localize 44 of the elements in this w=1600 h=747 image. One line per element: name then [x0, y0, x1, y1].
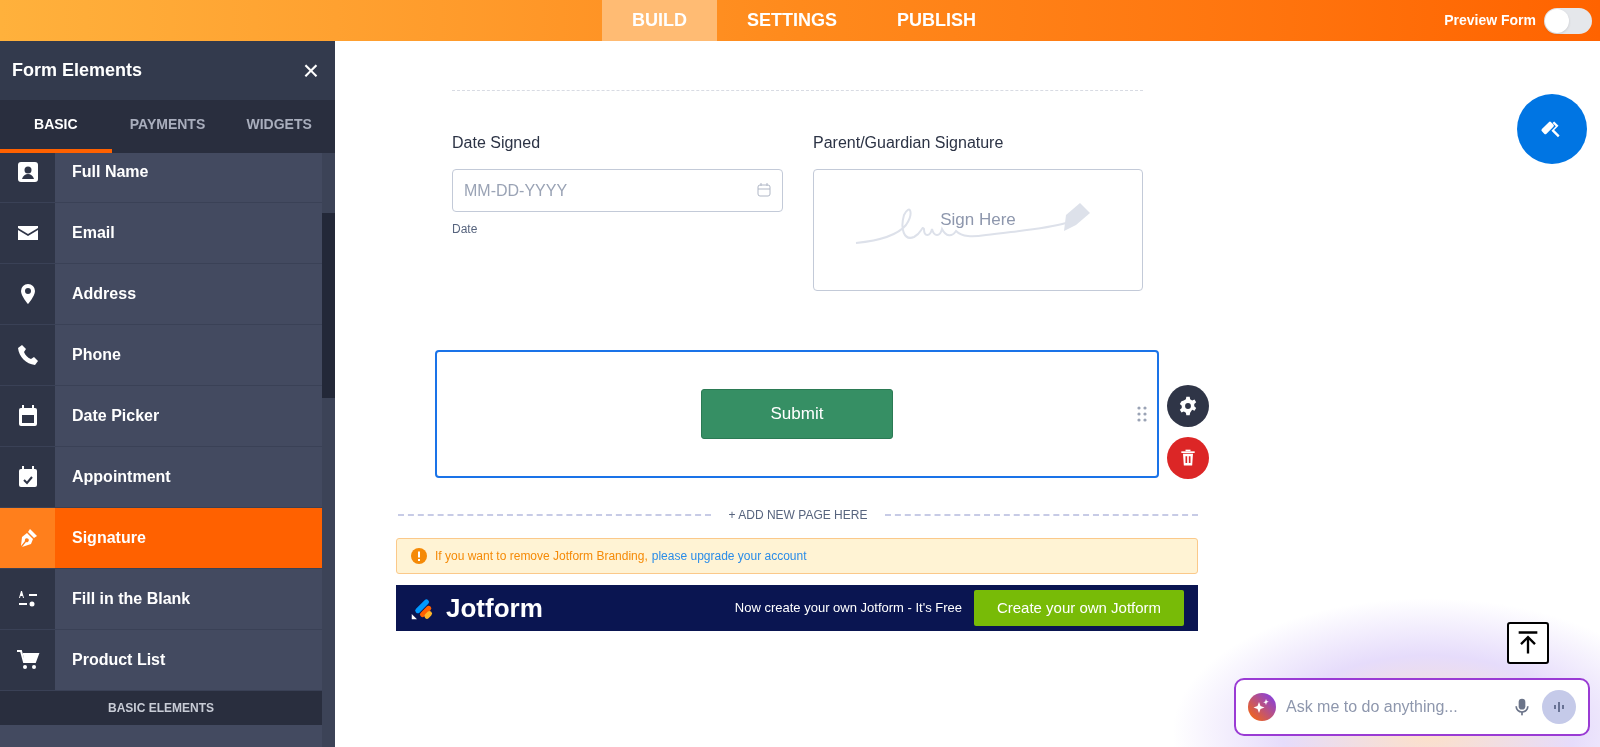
preview-toggle[interactable] [1544, 7, 1592, 34]
section-heading: BASIC ELEMENTS [108, 700, 214, 717]
voice-button[interactable] [1542, 690, 1576, 724]
date-input[interactable]: MM-DD-YYYY [452, 169, 783, 212]
panel-tab[interactable]: WIDGETS [223, 100, 335, 153]
sign-here-hint: Sign Here [940, 209, 1016, 231]
preview-form-label: Preview Form [1444, 11, 1536, 30]
branding-tagline: Now create your own Jotform - It's Free [734, 599, 962, 618]
close-button[interactable]: × [302, 56, 319, 85]
scroll-to-top-button[interactable] [1507, 622, 1549, 664]
warning-icon [411, 548, 427, 564]
element-item[interactable]: Address [0, 264, 322, 325]
brand-logo: Jotform [446, 591, 543, 625]
panel-tab[interactable]: PAYMENTS [111, 100, 224, 153]
scrollbar-thumb[interactable] [322, 213, 335, 398]
element-item[interactable]: Product List [0, 630, 322, 691]
sparkles-icon [1248, 693, 1276, 721]
field-sublabel: Date [452, 221, 479, 238]
phone-icon [15, 343, 40, 367]
add-page-link[interactable]: + ADD NEW PAGE HERE [728, 506, 868, 524]
notice-text: If you want to remove Jotform Branding, [435, 548, 648, 565]
prompt-bar[interactable]: Ask me to do anything... [1234, 678, 1590, 736]
field-label: Date Signed [452, 133, 542, 153]
sound-wave-icon [1551, 699, 1567, 715]
element-item[interactable]: Phone [0, 325, 322, 386]
microphone-icon[interactable] [1512, 697, 1532, 717]
panel-title: Form Elements [12, 59, 143, 82]
element-item[interactable]: Full Name [0, 153, 322, 203]
element-item[interactable]: Fill in the Blank [0, 569, 322, 630]
field-label: Parent/Guardian Signature [813, 133, 1005, 153]
person-icon [15, 160, 40, 184]
settings-button[interactable] [1167, 385, 1209, 427]
element-item[interactable]: Date Picker [0, 386, 322, 447]
cart-icon [15, 648, 40, 672]
submit-button[interactable]: Submit [701, 389, 893, 439]
trash-icon [1178, 448, 1198, 468]
delete-button[interactable] [1167, 437, 1209, 479]
prompt-input[interactable]: Ask me to do anything... [1286, 695, 1502, 719]
upgrade-link[interactable]: please upgrade your account [651, 547, 807, 565]
calendar-icon [756, 182, 772, 198]
drag-handle-icon[interactable] [1137, 406, 1147, 422]
settings-icon [1178, 396, 1198, 416]
element-item[interactable]: Appointment [0, 447, 322, 508]
element-item[interactable]: Email [0, 203, 322, 264]
